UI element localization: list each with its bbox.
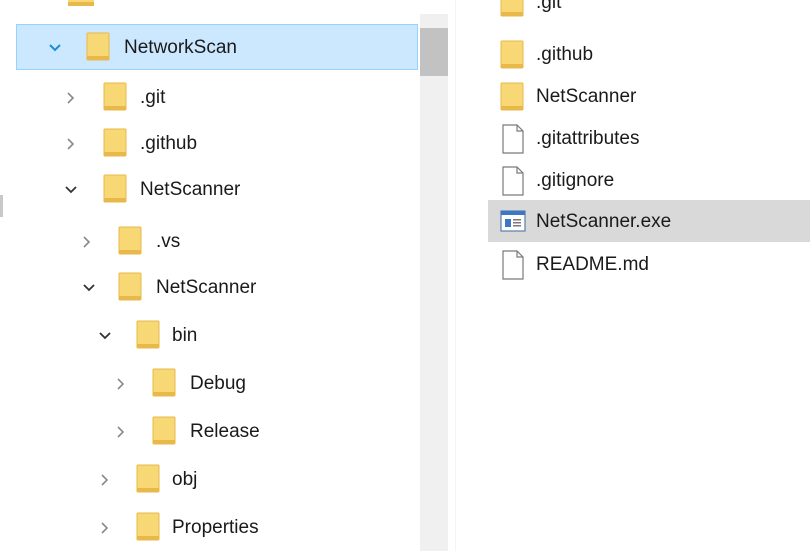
file-item-label: NetScanner: [536, 86, 637, 107]
folder-icon: [500, 0, 526, 18]
file-list: .git .github NetScanner .gitattributes .…: [470, 0, 810, 551]
folder-icon: [136, 320, 162, 350]
chevron-down-icon[interactable]: [82, 281, 96, 295]
file-item-label: .github: [536, 44, 594, 65]
tree-item-label: NetScanner: [140, 179, 241, 200]
folder-icon: [68, 0, 94, 8]
folder-icon: [152, 416, 178, 446]
tree-item-vs[interactable]: [16, 218, 418, 264]
tree-item-label: .git: [140, 87, 166, 108]
tree-item-label: bin: [172, 325, 198, 346]
pane-divider[interactable]: [455, 0, 456, 551]
file-item-label: .gitattributes: [536, 128, 640, 149]
tree-item-label: NetScanner: [156, 277, 257, 298]
folder-icon: [118, 272, 144, 302]
chevron-right-icon[interactable]: [98, 473, 112, 487]
tree-item-label: Debug: [190, 373, 246, 394]
folder-icon: [136, 512, 162, 542]
file-icon: [502, 250, 524, 280]
navigation-pane: NetworkScan .git .github NetScanner .vs …: [0, 0, 455, 551]
folder-icon: [103, 174, 129, 204]
folder-icon: [136, 464, 162, 494]
tree-item-obj[interactable]: [16, 456, 418, 502]
chevron-right-icon[interactable]: [114, 425, 128, 439]
folder-icon: [103, 82, 129, 112]
chevron-right-icon[interactable]: [64, 137, 78, 151]
folder-icon: [86, 32, 112, 62]
tree-item-bin[interactable]: [16, 312, 418, 358]
folder-icon: [500, 40, 526, 70]
chevron-down-icon[interactable]: [48, 41, 62, 55]
tree-item-label: obj: [172, 469, 198, 490]
file-icon: [502, 124, 524, 154]
tree-item-label: .vs: [156, 231, 181, 252]
folder-icon: [118, 226, 144, 256]
chevron-right-icon[interactable]: [64, 91, 78, 105]
tree-item-label: Properties: [172, 517, 259, 538]
folder-icon: [152, 368, 178, 398]
folder-icon: [103, 128, 129, 158]
pane-edge-marker: [0, 195, 3, 217]
tree-item-label: .github: [140, 133, 198, 154]
exe-icon: [500, 210, 526, 232]
file-item-label: .git: [536, 0, 562, 13]
file-icon: [502, 166, 524, 196]
tree-item-label: NetworkScan: [124, 37, 237, 58]
scrollbar-thumb[interactable]: [420, 28, 448, 76]
chevron-down-icon[interactable]: [64, 183, 78, 197]
chevron-down-icon[interactable]: [98, 329, 112, 343]
chevron-right-icon[interactable]: [114, 377, 128, 391]
tree-item-label: Release: [190, 421, 260, 442]
file-item-label: NetScanner.exe: [536, 211, 672, 232]
chevron-right-icon[interactable]: [80, 235, 94, 249]
folder-icon: [500, 82, 526, 112]
file-item-label: README.md: [536, 254, 649, 275]
chevron-right-icon[interactable]: [98, 521, 112, 535]
vertical-scrollbar[interactable]: [420, 14, 448, 551]
file-item-label: .gitignore: [536, 170, 615, 191]
